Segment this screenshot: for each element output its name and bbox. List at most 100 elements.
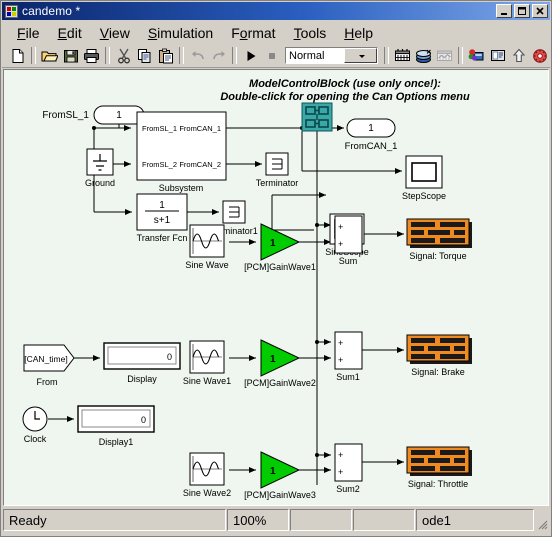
signal-throttle-label: Signal: Throttle [408,479,468,489]
update-diagram-icon[interactable] [392,46,413,66]
block-help-icon[interactable] [529,46,550,66]
window-title: candemo * [22,4,81,18]
display-block[interactable]: 0 [103,342,181,370]
sum-label: Sum [339,256,358,266]
subsystem-block[interactable]: FromSL_1 FromSL_2 FromCAN_1 FromCAN_2 [136,111,227,181]
sine-wave2-block[interactable] [189,452,225,486]
print-icon[interactable] [81,46,102,66]
sine-wave-block[interactable] [189,224,225,258]
subsystem-input-1-label: FromSL_1 [142,124,177,133]
from-block[interactable]: [CAN_time] [23,344,75,372]
gain-block-3[interactable]: 1 [260,451,301,489]
sine-wave1-block[interactable] [189,340,225,374]
sum1-sign-2: + [338,355,343,365]
go-to-parent-icon[interactable] [508,46,529,66]
copy-icon[interactable] [134,46,155,66]
transfer-fcn-numerator: 1 [159,200,165,211]
open-model-icon[interactable] [39,46,60,66]
status-message: Ready [3,509,226,531]
gain2-label: [PCM]GainWave2 [244,378,316,388]
terminator1-block[interactable] [222,200,246,224]
menu-bar: File Edit View Simulation Format Tools H… [2,22,550,44]
sum1-label: Sum1 [336,372,360,382]
gain-block-1[interactable]: 1 [260,223,301,261]
toolbar: Normal [2,44,550,68]
can-signal-block-throttle[interactable] [406,446,472,476]
sum2-block[interactable]: + + [334,443,363,482]
from-tag: [CAN_time] [24,354,67,364]
title-bar: candemo * [2,2,550,20]
menu-tools[interactable]: Tools [285,24,336,42]
close-button[interactable] [532,4,548,18]
transfer-fcn-label: Transfer Fcn [137,233,188,243]
toolbar-separator [232,47,237,64]
start-simulation-icon[interactable] [240,46,261,66]
menu-view[interactable]: View [91,24,139,42]
menu-file[interactable]: File [8,24,49,42]
redo-icon[interactable] [208,46,229,66]
model-explorer-icon[interactable] [487,46,508,66]
chevron-down-icon[interactable] [343,48,378,63]
simulation-mode-select[interactable]: Normal [285,47,378,64]
sum-block[interactable]: + + [334,215,363,254]
can-signal-block-brake[interactable] [406,334,472,364]
gain-block-2[interactable]: 1 [260,339,301,377]
paste-icon[interactable] [155,46,176,66]
undo-icon[interactable] [187,46,208,66]
terminator-label: Terminator [256,178,299,188]
sum2-sign-1: + [338,450,343,460]
new-model-icon[interactable] [7,46,28,66]
sum2-label: Sum2 [336,484,360,494]
maximize-button[interactable] [514,4,530,18]
menu-edit[interactable]: Edit [49,24,91,42]
outport-value: 1 [368,123,374,134]
menu-simulation[interactable]: Simulation [139,24,222,42]
inport-label: FromSL_1 [42,110,89,121]
outport-block-fromcan1[interactable]: 1 [346,118,396,138]
can-signal-block-torque[interactable] [406,218,472,248]
status-field-3 [290,509,352,531]
window-controls [496,4,548,18]
toggle-model-browser-icon[interactable] [434,46,455,66]
sine-wave2-label: Sine Wave2 [183,488,231,498]
from-label: From [37,377,58,387]
terminator-block[interactable] [265,152,289,176]
menu-view-label: iew [108,25,130,41]
transfer-fcn-block[interactable]: 1 s+1 [136,193,188,231]
menu-help[interactable]: Help [335,24,382,42]
toolbar-separator [179,47,184,64]
menu-tools-label: ools [300,25,327,41]
scope-block-stepscope[interactable] [405,155,443,189]
gain2-value: 1 [270,354,276,365]
simulink-app-icon [5,4,18,18]
minimize-button[interactable] [496,4,512,18]
display-value: 0 [167,352,172,362]
subsystem-input-2-label: FromSL_2 [142,160,177,169]
model-canvas[interactable]: ModelControlBlock (use only once!): Doub… [3,69,549,506]
ground-block[interactable] [86,148,114,176]
clock-block[interactable] [22,406,48,432]
stop-simulation-icon[interactable] [261,46,282,66]
debug-icon[interactable] [466,46,487,66]
resize-grip-icon[interactable] [535,509,549,531]
save-icon[interactable] [60,46,81,66]
sum-sign-1: + [338,222,343,232]
status-field-4 [353,509,415,531]
sum1-block[interactable]: + + [334,331,363,370]
inport-value: 1 [116,110,122,121]
sum1-sign-1: + [338,338,343,348]
toolbar-separator [384,47,389,64]
display1-block[interactable]: 0 [77,405,155,433]
stepscope-label: StepScope [402,191,446,201]
library-browser-icon[interactable] [413,46,434,66]
gain3-value: 1 [270,466,276,477]
model-control-block[interactable] [301,102,333,132]
block-diagram[interactable]: ModelControlBlock (use only once!): Doub… [4,70,548,505]
cut-icon[interactable] [113,46,134,66]
annotation-line-1: ModelControlBlock (use only once!): [249,78,441,90]
subsystem-output-2-label: FromCAN_2 [179,160,221,169]
menu-format[interactable]: Format [222,24,284,42]
menu-format-label: rmat [247,25,276,41]
sine-wave-label: Sine Wave [185,260,228,270]
toolbar-separator [105,47,110,64]
